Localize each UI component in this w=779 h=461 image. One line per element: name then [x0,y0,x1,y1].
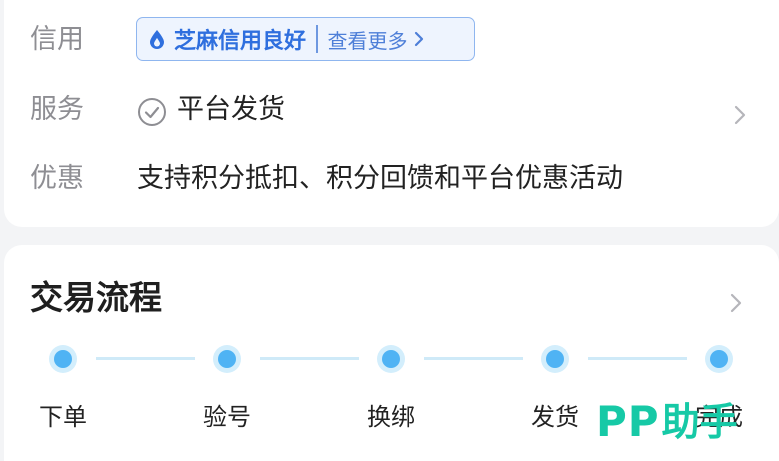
credit-badge-text: 芝麻信用良好 [174,29,307,54]
credit-badge[interactable]: 芝麻信用良好 查看更多 [136,17,475,61]
chevron-right-icon[interactable] [728,291,744,315]
credit-label: 信用 [30,24,84,55]
step-label: 换绑 [367,403,415,431]
step-label: 发货 [531,403,579,431]
step-label: 验号 [203,403,251,431]
step-dot-4 [541,345,569,373]
credit-divider [316,25,318,53]
benefit-label: 优惠 [30,163,84,194]
step-label: 下单 [39,403,87,431]
chevron-right-icon [414,31,424,47]
process-title: 交易流程 [30,278,162,317]
step-dot-2 [213,345,241,373]
step-connector [588,357,687,360]
watermark-brand: PP [596,397,660,446]
flame-drop-icon [146,28,168,50]
step-dot-1 [49,345,77,373]
service-value: 平台发货 [177,94,285,125]
info-card: 信用 芝麻信用良好 查看更多 服务 平台发货 优惠 支持积分抵扣、积分回馈和平台… [4,0,779,227]
chevron-right-icon[interactable] [732,103,748,127]
step-dot-5 [705,345,733,373]
benefit-value: 支持积分抵扣、积分回馈和平台优惠活动 [137,163,623,194]
step-connector [96,357,195,360]
credit-more-link[interactable]: 查看更多 [328,25,408,54]
check-circle-icon [137,97,167,127]
watermark-suffix: 助手 [661,400,738,444]
watermark-logo: PP 助手 [596,397,738,447]
service-label: 服务 [30,94,84,125]
step-dot-3 [377,345,405,373]
step-connector [260,357,359,360]
step-connector [424,357,523,360]
